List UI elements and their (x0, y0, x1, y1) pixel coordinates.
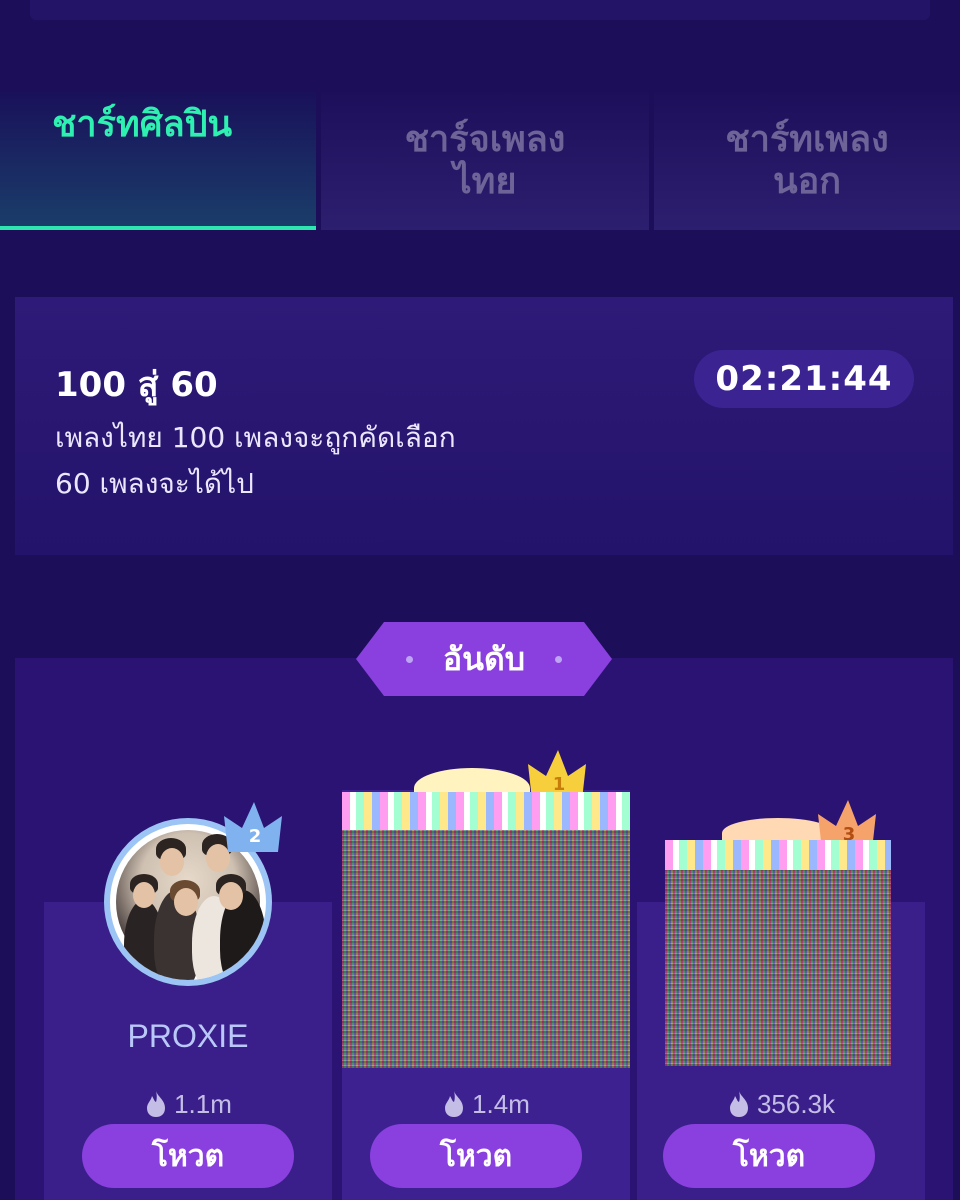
artist-image-rank-1[interactable] (342, 830, 630, 1068)
tab-foreign-song-chart[interactable]: ชาร์ทเพลง นอก (654, 92, 960, 230)
vote-button-rank-2[interactable]: โหวต (82, 1124, 294, 1188)
tab-artist-chart[interactable]: ชาร์ทศิลปิน (0, 92, 316, 230)
vote-count-rank-2: 1.1m (44, 1086, 332, 1122)
tab-label: ชาร์จเพลง ไทย (404, 119, 566, 202)
ranking-header-label: อันดับ (442, 639, 526, 678)
tab-label: ชาร์ทศิลปิน (52, 104, 233, 145)
ranking-header: อันดับ (356, 622, 612, 696)
vote-count-rank-3: 356.3k (637, 1086, 925, 1122)
artist-image-rank-3-top (665, 840, 891, 872)
vote-count-rank-1: 1.4m (342, 1086, 630, 1122)
vote-count-label: 1.1m (174, 1088, 232, 1119)
vote-count-label: 1.4m (472, 1088, 530, 1119)
vote-count-label: 356.3k (756, 1088, 836, 1119)
tab-thai-song-chart[interactable]: ชาร์จเพลง ไทย (321, 92, 649, 230)
crown-icon: 2 (224, 802, 282, 852)
chart-tabs: ชาร์ทศิลปิน ชาร์จเพลง ไทย ชาร์ทเพลง นอก (0, 92, 960, 232)
vote-button-rank-1[interactable]: โหวต (370, 1124, 582, 1188)
artist-image-rank-3[interactable] (665, 870, 891, 1066)
top-strip (30, 0, 930, 20)
round-title: 100 สู่ 60 (55, 365, 218, 405)
flame-icon (729, 1091, 748, 1117)
flame-icon (147, 1091, 166, 1117)
round-info-card: 100 สู่ 60 เพลงไทย 100 เพลงจะถูกคัดเลือก… (15, 297, 953, 555)
round-description: เพลงไทย 100 เพลงจะถูกคัดเลือก 60 เพลงจะไ… (55, 421, 456, 500)
countdown-timer: 02:21:44 (694, 350, 914, 408)
flame-icon (445, 1091, 464, 1117)
artist-name-rank-2: PROXIE (127, 1018, 249, 1054)
tab-label: ชาร์ทเพลง นอก (725, 119, 889, 202)
artist-image-rank-1-top (342, 792, 630, 832)
crown-rank-number: 2 (249, 826, 262, 847)
vote-button-rank-3[interactable]: โหวต (663, 1124, 875, 1188)
